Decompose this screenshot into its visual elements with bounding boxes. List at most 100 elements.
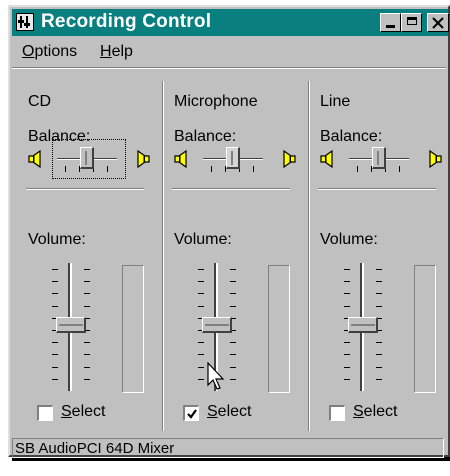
balance-tick: [211, 166, 212, 172]
volume-label: Volume:: [320, 231, 378, 248]
select-checkbox-label[interactable]: Select: [61, 403, 105, 421]
volume-tick: [84, 293, 90, 294]
volume-tick: [84, 306, 90, 307]
status-text: SB AudioPCI 64D Mixer: [15, 440, 175, 457]
volume-tick: [52, 281, 58, 282]
close-icon: [432, 17, 444, 29]
volume-tick: [230, 281, 236, 282]
volume-tick: [52, 379, 58, 380]
mouse-pointer-icon: [207, 362, 225, 390]
channel-divider: [162, 81, 164, 431]
level-meter: [268, 265, 290, 393]
section-divider: [318, 188, 436, 190]
volume-tick: [376, 379, 382, 380]
volume-tick: [344, 306, 350, 307]
section-divider: [172, 188, 290, 190]
volume-tick: [344, 379, 350, 380]
volume-tick: [198, 379, 204, 380]
volume-tick: [230, 367, 236, 368]
balance-tick: [399, 166, 400, 172]
volume-slider-thumb[interactable]: [348, 317, 378, 333]
select-checkbox[interactable]: [37, 405, 53, 421]
speaker-right-icon: [136, 149, 150, 169]
window-title: Recording Control: [41, 11, 212, 32]
volume-tick: [344, 354, 350, 355]
balance-label: Balance:: [320, 128, 383, 145]
volume-tick: [376, 293, 382, 294]
volume-tick: [198, 367, 204, 368]
volume-tick: [376, 269, 382, 270]
volume-tick: [84, 342, 90, 343]
channel-name: CD: [28, 93, 52, 110]
volume-tick: [52, 293, 58, 294]
maximize-button[interactable]: [401, 13, 422, 32]
volume-tick: [376, 306, 382, 307]
volume-tick: [52, 342, 58, 343]
volume-label: Volume:: [174, 231, 232, 248]
volume-tick: [84, 269, 90, 270]
volume-label: Volume:: [28, 231, 86, 248]
volume-tick: [198, 342, 204, 343]
volume-tick: [376, 354, 382, 355]
volume-tick: [84, 354, 90, 355]
balance-slider-thumb[interactable]: [372, 147, 386, 169]
volume-tick: [344, 367, 350, 368]
volume-tick: [230, 306, 236, 307]
balance-tick: [107, 166, 108, 172]
minimize-icon: [386, 25, 395, 28]
channel-divider: [308, 81, 310, 431]
volume-slider-thumb[interactable]: [56, 317, 86, 333]
volume-tick: [376, 367, 382, 368]
volume-tick: [52, 367, 58, 368]
level-meter: [414, 265, 436, 393]
title-bar[interactable]: Recording Control: [12, 9, 449, 36]
volume-tick: [344, 269, 350, 270]
volume-tick: [376, 281, 382, 282]
close-button[interactable]: [427, 13, 449, 32]
mixer-app-icon[interactable]: [16, 13, 34, 31]
speaker-left-icon: [320, 149, 334, 169]
maximize-icon: [406, 17, 417, 25]
volume-tick: [52, 269, 58, 270]
volume-tick: [230, 293, 236, 294]
volume-tick: [344, 293, 350, 294]
balance-tick: [357, 166, 358, 172]
menu-divider: [12, 67, 446, 69]
speaker-right-icon: [282, 149, 296, 169]
balance-tick: [65, 166, 66, 172]
volume-tick: [52, 354, 58, 355]
volume-tick: [230, 269, 236, 270]
volume-tick: [198, 269, 204, 270]
menu-options[interactable]: Options: [22, 43, 77, 61]
volume-tick: [84, 281, 90, 282]
section-divider: [26, 188, 144, 190]
recording-control-window: Recording Control Options Help CD Balance…: [8, 5, 450, 458]
volume-tick: [376, 342, 382, 343]
balance-slider-thumb[interactable]: [226, 147, 240, 169]
menu-help[interactable]: Help: [100, 43, 133, 61]
volume-tick: [198, 293, 204, 294]
balance-tick: [253, 166, 254, 172]
balance-slider-thumb[interactable]: [80, 147, 94, 169]
channel-name: Microphone: [174, 93, 258, 110]
status-bar: SB AudioPCI 64D Mixer: [12, 438, 444, 458]
speaker-right-icon: [428, 149, 442, 169]
speaker-left-icon: [28, 149, 42, 169]
select-checkbox[interactable]: [329, 405, 345, 421]
volume-tick: [198, 354, 204, 355]
volume-slider-thumb[interactable]: [202, 317, 232, 333]
volume-tick: [230, 342, 236, 343]
volume-tick: [84, 367, 90, 368]
volume-tick: [344, 281, 350, 282]
select-checkbox-label[interactable]: Select: [207, 403, 251, 421]
volume-tick: [84, 379, 90, 380]
select-checkbox-label[interactable]: Select: [353, 403, 397, 421]
select-checkbox[interactable]: [183, 405, 199, 421]
volume-tick: [230, 354, 236, 355]
volume-tick: [198, 306, 204, 307]
minimize-button[interactable]: [380, 13, 401, 32]
volume-tick: [230, 379, 236, 380]
channel-name: Line: [320, 93, 351, 110]
level-meter: [122, 265, 144, 393]
volume-tick: [198, 281, 204, 282]
